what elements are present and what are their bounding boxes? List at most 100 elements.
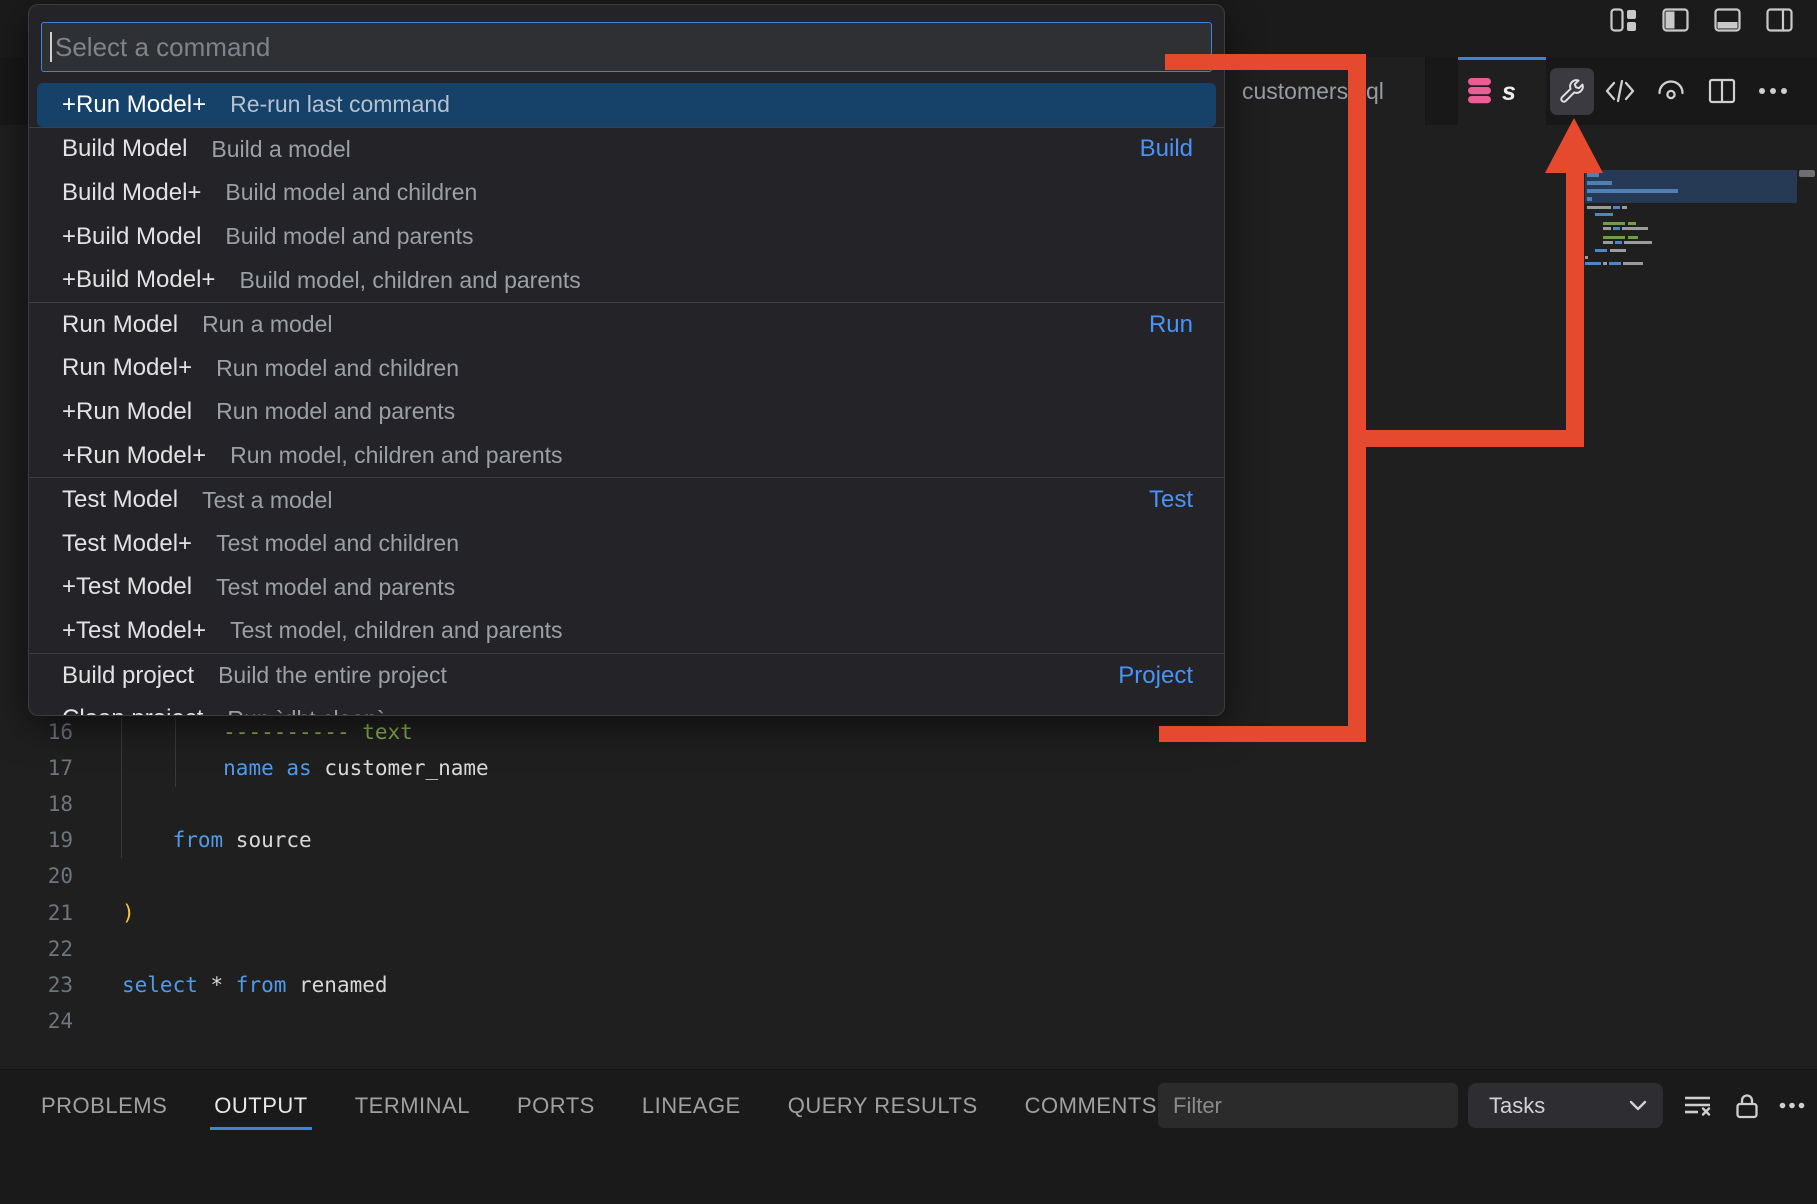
command-group-badge: Test (1149, 486, 1193, 514)
line-number: 20 (0, 864, 73, 888)
lock-icon[interactable] (1727, 1083, 1767, 1128)
command-item-description: Build a model (211, 136, 350, 163)
panel-tab-problems[interactable]: PROBLEMS (41, 1093, 167, 1119)
customize-layout-icon[interactable] (1610, 8, 1637, 32)
command-item[interactable]: Test ModelTest a modelTest (29, 478, 1224, 522)
clear-output-icon[interactable] (1678, 1083, 1718, 1128)
command-item[interactable]: Build ModelBuild a modelBuild (29, 128, 1224, 172)
minimap-line (1603, 241, 1613, 244)
command-item-description: Run model and children (216, 355, 459, 382)
command-item[interactable]: Run Model+ Run model and children (29, 347, 1224, 391)
line-number: 17 (0, 756, 73, 780)
command-item-label: Test Model+ (62, 530, 192, 558)
command-list: +Run Model+Re-run last commandBuild Mode… (29, 83, 1224, 716)
command-item-label: +Run Model+ (62, 91, 206, 119)
code-line[interactable]: 18 (0, 785, 900, 822)
filter-placeholder: Filter (1173, 1093, 1222, 1119)
command-item[interactable]: Build project Build the entire project Pro… (29, 654, 1224, 698)
command-item-label: Build Model+ (62, 179, 201, 207)
line-number: 24 (0, 1009, 73, 1033)
code-line[interactable]: 20 (0, 858, 900, 895)
minimap-line (1603, 227, 1611, 230)
command-item-label: +Test Model (62, 573, 192, 601)
minimap-line (1624, 241, 1652, 244)
secondary-tab-label: s (1502, 78, 1516, 107)
panel-tab-terminal[interactable]: TERMINAL (355, 1093, 470, 1119)
annotation-line (1566, 171, 1584, 447)
panel-tab-comments[interactable]: COMMENTS (1025, 1093, 1157, 1119)
code-text: select * from renamed (122, 973, 388, 997)
command-item-description: Run model and parents (216, 398, 455, 425)
code-line[interactable]: 23select * from renamed (0, 966, 900, 1003)
code-line[interactable]: 24 (0, 1003, 900, 1040)
minimap-line (1609, 262, 1621, 265)
command-item-description: Test model and parents (216, 574, 455, 601)
tasks-label: Tasks (1489, 1093, 1545, 1119)
command-input-placeholder: Select a command (55, 32, 270, 63)
command-item-description: Test model and children (216, 530, 459, 557)
panel-tab-query-results[interactable]: QUERY RESULTS (788, 1093, 978, 1119)
command-item[interactable]: Clean projectRun `dbt clean` (29, 697, 1224, 716)
vscode-window: customers.sql s (0, 0, 1817, 1204)
annotation-line (1366, 430, 1584, 447)
code-line[interactable]: 17 name as customer_name (0, 749, 900, 786)
code-line[interactable]: 19 from source (0, 822, 900, 859)
code-icon[interactable] (1594, 68, 1645, 115)
more-actions-icon[interactable] (1772, 1083, 1812, 1128)
tab-secondary-active[interactable]: s (1458, 57, 1546, 125)
command-item-label: Clean project (62, 705, 203, 716)
minimap-line (1585, 256, 1588, 259)
command-item[interactable]: +Run Model+Re-run last command (37, 83, 1216, 127)
minimap-line (1595, 249, 1607, 252)
minimap-line (1610, 249, 1626, 252)
command-item-description: Build model and parents (225, 223, 473, 250)
annotation-line (1348, 54, 1366, 742)
line-number: 18 (0, 792, 73, 816)
panel-tab-lineage[interactable]: LINEAGE (642, 1093, 741, 1119)
toggle-secondary-sidebar-icon[interactable] (1766, 8, 1793, 32)
tasks-dropdown[interactable]: Tasks (1468, 1083, 1663, 1128)
command-item[interactable]: +Build Model+Build model, children and p… (29, 258, 1224, 302)
code-line[interactable]: 22 (0, 930, 900, 967)
command-item[interactable]: +Test Model Test model and parents (29, 566, 1224, 610)
minimap[interactable] (1585, 170, 1797, 470)
command-item-description: Build the entire project (218, 662, 447, 689)
command-item[interactable]: +Run Model Run model and parents (29, 390, 1224, 434)
command-item-label: Run Model+ (62, 354, 192, 382)
annotation-line (1165, 54, 1366, 70)
minimap-selection (1585, 170, 1797, 203)
text-cursor (50, 32, 52, 62)
toggle-panel-icon[interactable] (1714, 8, 1741, 32)
filter-input[interactable]: Filter (1158, 1083, 1458, 1128)
more-actions-icon[interactable] (1747, 68, 1798, 115)
command-group-badge: Run (1149, 311, 1193, 339)
command-item-label: +Run Model (62, 398, 192, 426)
code-line[interactable]: 21) (0, 894, 900, 931)
command-item-description: Build model, children and parents (239, 267, 580, 294)
panel-tab-output[interactable]: OUTPUT (214, 1093, 307, 1119)
scrollbar-thumb[interactable] (1799, 170, 1815, 177)
open-preview-icon[interactable] (1645, 68, 1696, 115)
command-item-label: Build project (62, 662, 194, 690)
code-line[interactable]: 16 ---------- text (0, 713, 900, 750)
command-input[interactable]: Select a command (41, 22, 1212, 72)
command-item[interactable]: +Test Model+Test model, children and par… (29, 609, 1224, 653)
wrench-icon[interactable] (1550, 68, 1594, 115)
annotation-arrowhead (1545, 118, 1603, 173)
code-text: from source (122, 828, 312, 852)
line-number: 21 (0, 901, 73, 925)
command-item[interactable]: +Build ModelBuild model and parents (29, 215, 1224, 259)
toggle-primary-sidebar-icon[interactable] (1662, 8, 1689, 32)
minimap-line (1587, 206, 1611, 209)
command-item[interactable]: Test Model+ Test model and children (29, 522, 1224, 566)
split-editor-icon[interactable] (1696, 68, 1747, 115)
command-item[interactable]: Run ModelRun a modelRun (29, 303, 1224, 347)
minimap-line (1622, 206, 1627, 209)
command-item-description: Run model, children and parents (230, 442, 562, 469)
command-item[interactable]: +Run Model+Run model, children and paren… (29, 434, 1224, 478)
command-group-badge: Project (1118, 662, 1193, 690)
command-item-label: +Test Model+ (62, 617, 206, 645)
panel-tab-ports[interactable]: PORTS (517, 1093, 595, 1119)
command-item[interactable]: Build Model+Build model and children (29, 171, 1224, 215)
editor-actions (1546, 57, 1817, 125)
